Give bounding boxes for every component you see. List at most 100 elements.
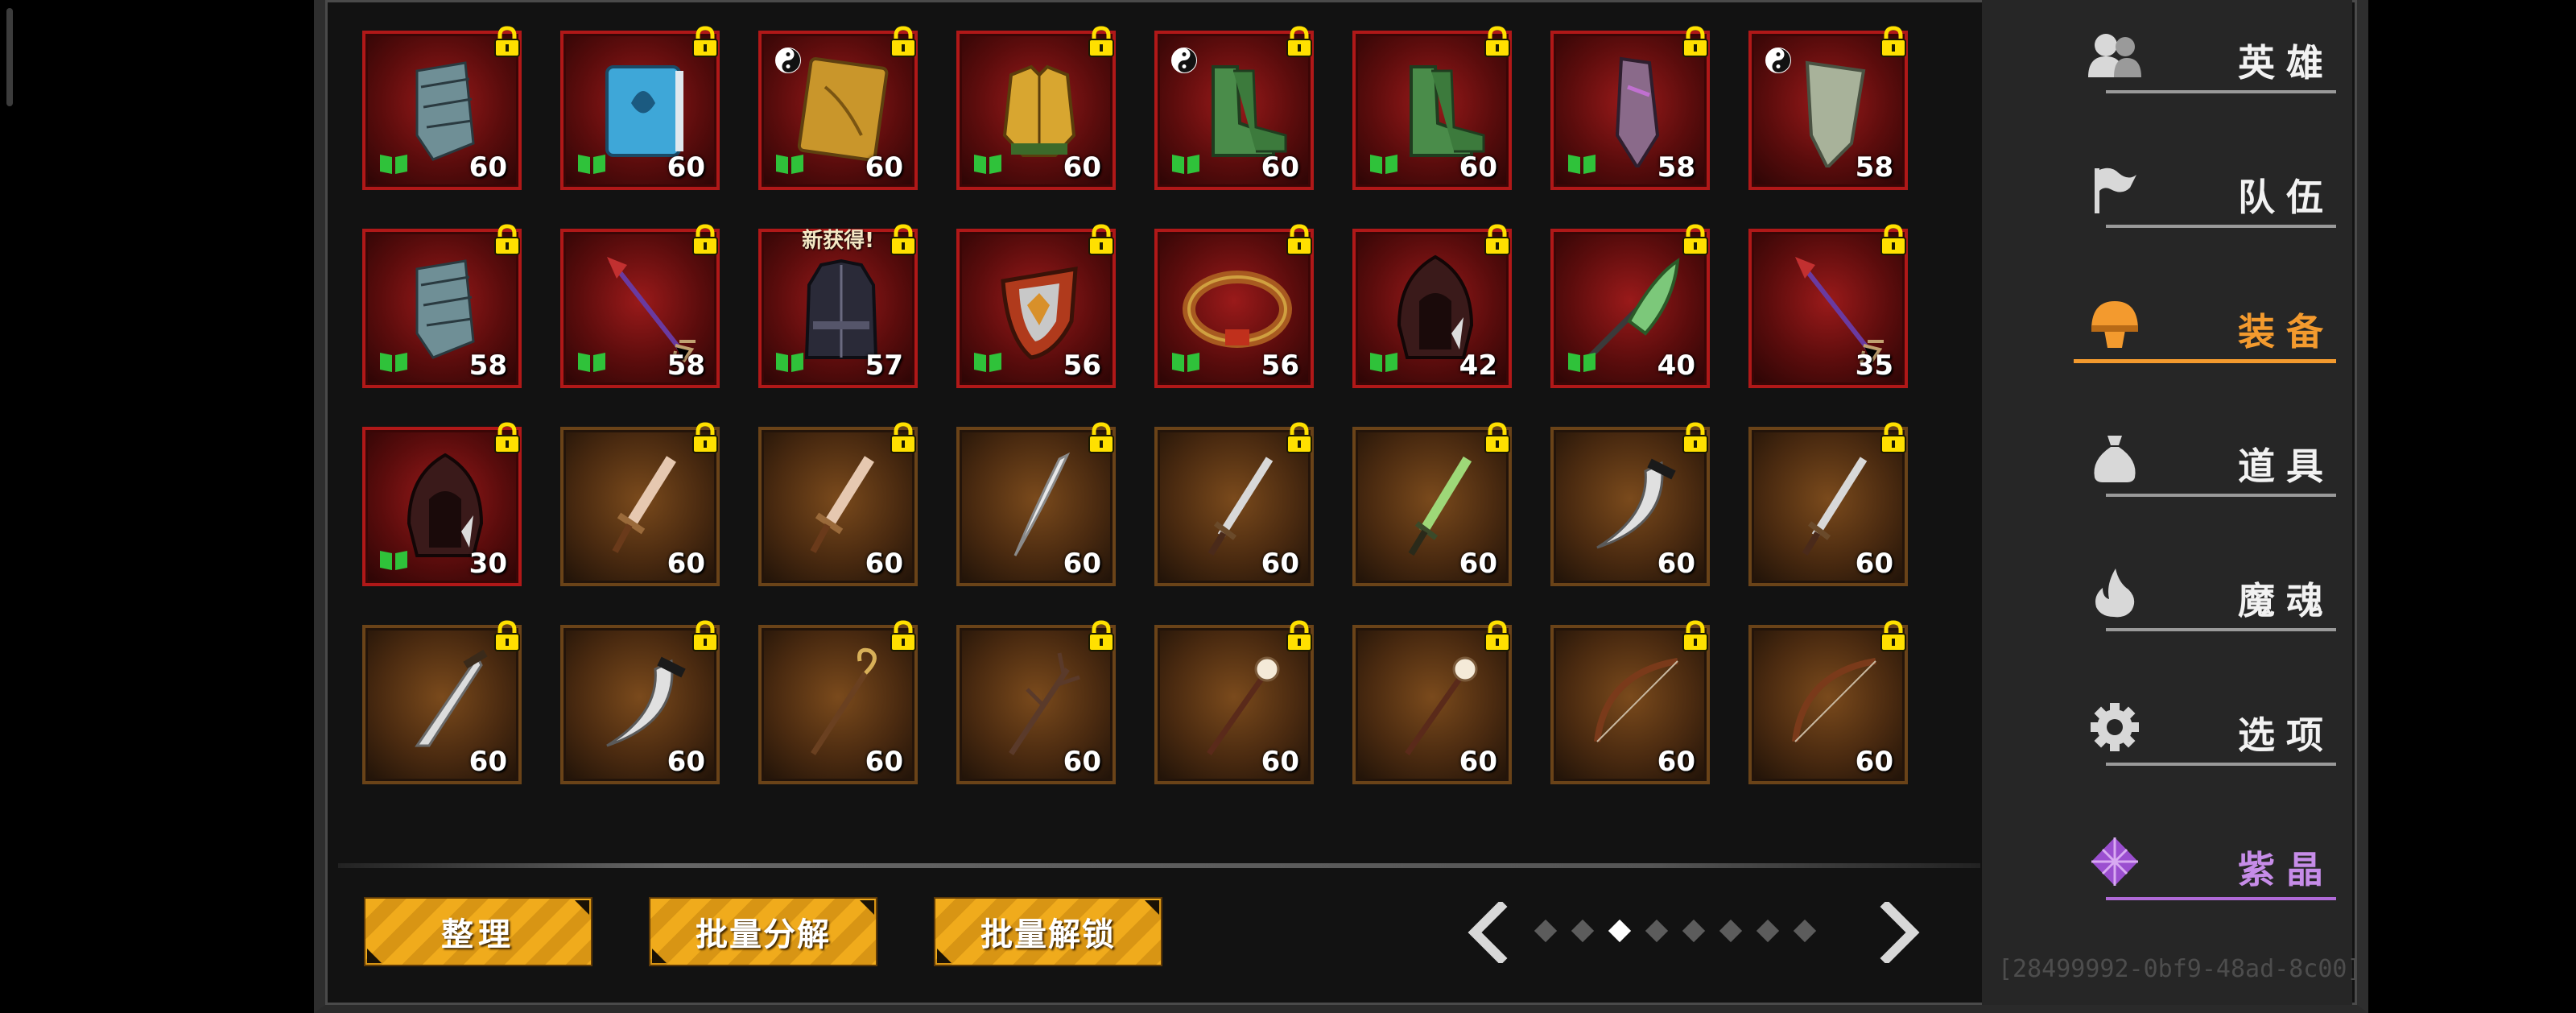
lock-icon[interactable] [1681, 620, 1710, 652]
page-dot[interactable] [1682, 919, 1706, 943]
equipment-slot[interactable]: 60 [1154, 422, 1314, 586]
lock-icon[interactable] [1879, 422, 1908, 454]
page-dot[interactable] [1571, 919, 1595, 943]
page-dot[interactable] [1645, 919, 1669, 943]
book-icon [1172, 155, 1199, 174]
lock-icon[interactable] [1087, 26, 1116, 58]
lock-icon[interactable] [1285, 26, 1314, 58]
page-dot[interactable] [1793, 919, 1817, 943]
sort-button[interactable]: 整理 [364, 897, 592, 966]
sidebar-item-options[interactable]: 选项 [2059, 677, 2336, 774]
sidebar-item-team[interactable]: 队伍 [2059, 139, 2336, 236]
equipment-slot[interactable]: 35 [1748, 224, 1908, 388]
equipment-slot[interactable]: 60 [956, 26, 1116, 190]
equipment-slot[interactable]: 60 [956, 422, 1116, 586]
equipment-slot[interactable]: 60 [560, 26, 720, 190]
lock-icon[interactable] [493, 422, 522, 454]
batch-dismantle-button[interactable]: 批量分解 [649, 897, 877, 966]
equipment-slot[interactable]: 58 [1550, 26, 1710, 190]
sidebar-underline [2106, 897, 2336, 900]
item-level: 60 [865, 746, 903, 778]
item-level: 57 [865, 349, 903, 382]
next-page-icon[interactable] [1876, 902, 1924, 963]
lock-icon[interactable] [889, 26, 918, 58]
lock-icon[interactable] [1681, 224, 1710, 256]
gauntlet-icon [415, 61, 475, 161]
equipment-slot[interactable]: 58 [362, 224, 522, 388]
equipment-slot[interactable]: 56 [1154, 224, 1314, 388]
lock-icon[interactable] [1285, 620, 1314, 652]
hero-icon [2088, 34, 2141, 77]
equipment-slot[interactable]: 60 [956, 620, 1116, 784]
page-dot[interactable] [1534, 919, 1558, 943]
lock-icon[interactable] [1285, 422, 1314, 454]
lock-icon[interactable] [1681, 422, 1710, 454]
equipment-slot[interactable]: 42 [1352, 224, 1512, 388]
equipment-slot[interactable]: 60 [1352, 620, 1512, 784]
sidebar-item-amethyst[interactable]: 紫晶 [2059, 812, 2336, 908]
equipment-slot[interactable]: 30 [362, 422, 522, 586]
prev-page-icon[interactable] [1463, 902, 1512, 963]
item-level: 60 [1459, 548, 1497, 580]
lock-icon[interactable] [889, 422, 918, 454]
equipment-slot[interactable]: 56 [956, 224, 1116, 388]
lock-icon[interactable] [691, 224, 720, 256]
equipment-slot[interactable]: 60 [560, 620, 720, 784]
lock-icon[interactable] [1483, 620, 1512, 652]
sidebar-item-props[interactable]: 道具 [2059, 408, 2336, 505]
sidebar-item-soul[interactable]: 魔魂 [2059, 543, 2336, 639]
sidebar-item-equipment[interactable]: 装备 [2059, 274, 2336, 370]
lock-icon[interactable] [1879, 26, 1908, 58]
lock-icon[interactable] [1087, 422, 1116, 454]
lock-icon[interactable] [889, 620, 918, 652]
page-dot[interactable] [1756, 919, 1780, 943]
lock-icon[interactable] [691, 26, 720, 58]
lock-icon[interactable] [1087, 620, 1116, 652]
sidebar-item-label: 魔魂 [2238, 579, 2334, 622]
equipment-slot[interactable]: 60 [758, 620, 918, 784]
equipment-slot[interactable]: 60 [560, 422, 720, 586]
lock-icon[interactable] [493, 620, 522, 652]
lock-icon[interactable] [493, 26, 522, 58]
equipment-slot[interactable]: 60 [758, 422, 918, 586]
equipment-slot[interactable]: 58 [560, 224, 720, 388]
equipment-slot[interactable]: 60 [1352, 422, 1512, 586]
equipment-slot[interactable]: 60 [1550, 422, 1710, 586]
lock-icon[interactable] [493, 224, 522, 256]
equipment-slot[interactable]: 新获得! 57 [758, 224, 918, 388]
sidebar-underline [2106, 225, 2336, 228]
lock-icon[interactable] [1879, 620, 1908, 652]
lock-icon[interactable] [1483, 422, 1512, 454]
bag-icon [2094, 436, 2136, 482]
book-icon [380, 353, 407, 372]
item-level: 42 [1459, 349, 1497, 382]
item-level: 30 [469, 548, 507, 580]
lock-icon[interactable] [1483, 224, 1512, 256]
lock-icon[interactable] [1285, 224, 1314, 256]
curved-blade-icon [1596, 458, 1676, 549]
equipment-slot[interactable]: 58 [1748, 26, 1908, 190]
equipment-slot[interactable]: 60 [1748, 422, 1908, 586]
sidebar: 英雄 队伍 装备 道具 魔魂 选项 紫晶 [1982, 0, 2352, 1005]
scrollbar-thumb[interactable] [6, 8, 13, 106]
lock-icon[interactable] [691, 620, 720, 652]
equipment-slot[interactable]: 60 [1748, 620, 1908, 784]
lock-icon[interactable] [1879, 224, 1908, 256]
equipment-slot[interactable]: 60 [362, 26, 522, 190]
page-dot[interactable] [1719, 919, 1743, 943]
item-level: 40 [1657, 349, 1695, 382]
equipment-slot[interactable]: 60 [1154, 26, 1314, 190]
lock-icon[interactable] [1087, 224, 1116, 256]
lock-icon[interactable] [691, 422, 720, 454]
equipment-slot[interactable]: 60 [1550, 620, 1710, 784]
equipment-slot[interactable]: 60 [758, 26, 918, 190]
page-dot[interactable] [1608, 919, 1632, 943]
sidebar-item-hero[interactable]: 英雄 [2059, 5, 2336, 101]
equipment-slot[interactable]: 60 [362, 620, 522, 784]
batch-unlock-button[interactable]: 批量解锁 [934, 897, 1162, 966]
equipment-slot[interactable]: 60 [1154, 620, 1314, 784]
lock-icon[interactable] [1681, 26, 1710, 58]
lock-icon[interactable] [1483, 26, 1512, 58]
equipment-slot[interactable]: 40 [1550, 224, 1710, 388]
equipment-slot[interactable]: 60 [1352, 26, 1512, 190]
